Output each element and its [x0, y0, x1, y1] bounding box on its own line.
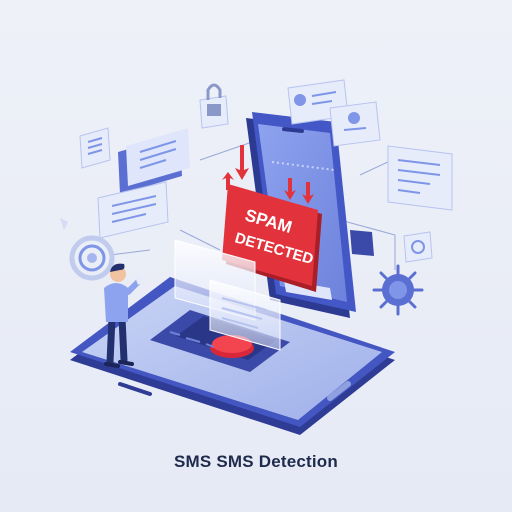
spam-detection-illustration: SPAM DETECTED	[60, 79, 453, 435]
shield-card-icon	[403, 231, 433, 263]
padlock-icon	[199, 83, 229, 129]
document-icon	[79, 127, 190, 239]
profile-card-icon	[329, 101, 381, 147]
report-card-icon	[387, 145, 453, 211]
caption-title: SMS SMS Detection	[174, 452, 338, 471]
bug-icon	[372, 264, 424, 316]
